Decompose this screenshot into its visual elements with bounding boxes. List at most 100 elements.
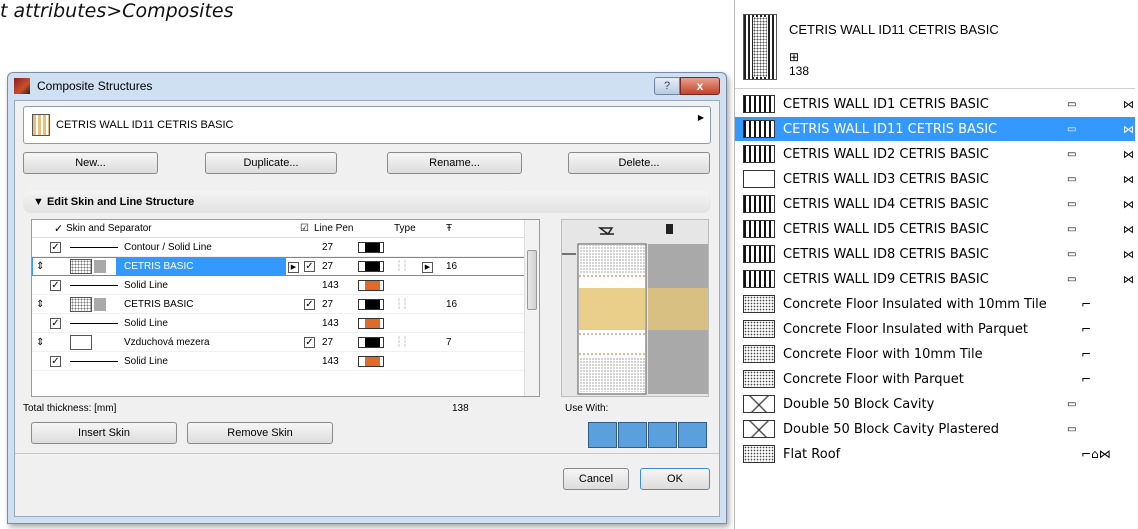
wall-use-icon: ▭ (1067, 248, 1077, 260)
composite-list-item[interactable]: CETRIS WALL ID3 CETRIS BASIC ▭ ⋈ (735, 167, 1135, 191)
composite-list-item[interactable]: CETRIS WALL ID11 CETRIS BASIC ▭ ⋈ (735, 117, 1135, 141)
help-button[interactable]: ? (654, 77, 680, 95)
composite-list-item[interactable]: CETRIS WALL ID2 CETRIS BASIC ▭ ⋈ (735, 142, 1135, 166)
row-pen[interactable]: 143 (322, 314, 339, 333)
composite-list-item[interactable]: Concrete Floor Insulated with Parquet ⌐ (735, 317, 1135, 341)
composite-list-item[interactable]: CETRIS WALL ID9 CETRIS BASIC ▭ ⋈ (735, 267, 1135, 291)
drag-handle-icon[interactable]: ⇕ (36, 333, 44, 352)
row-checkbox[interactable]: ✓ (50, 318, 61, 329)
scrollbar-thumb[interactable] (527, 250, 537, 310)
composite-list-item[interactable]: CETRIS WALL ID4 CETRIS BASIC ▭ ⋈ (735, 192, 1135, 216)
composite-list-item[interactable]: Concrete Floor with Parquet ⌐ (735, 367, 1135, 391)
composite-list-item[interactable]: CETRIS WALL ID8 CETRIS BASIC ▭ ⋈ (735, 242, 1135, 266)
row-name: Solid Line (124, 280, 168, 291)
table-row[interactable]: ✓ Solid Line 143 (32, 352, 539, 371)
row-checkbox[interactable]: ✓ (304, 337, 315, 348)
drag-handle-icon[interactable]: ⇕ (36, 257, 44, 276)
delete-button[interactable]: Delete... (568, 152, 710, 174)
row-pen[interactable]: 143 (322, 276, 339, 295)
row-pen[interactable]: 143 (322, 352, 339, 371)
row-thickness[interactable]: 16 (446, 295, 457, 314)
composite-list-item[interactable]: Double 50 Block Cavity Plastered ▭ (735, 417, 1135, 441)
composite-list-item[interactable]: CETRIS WALL ID5 CETRIS BASIC ▭ ⋈ (735, 217, 1135, 241)
composite-pattern-icon (743, 345, 775, 363)
thickness-column-icon: Ŧ (446, 223, 453, 234)
line-pen-swatch[interactable] (358, 280, 384, 291)
edit-skin-section-header[interactable]: ▼ Edit Skin and Line Structure (23, 191, 711, 213)
rename-button[interactable]: Rename... (387, 152, 522, 174)
table-scrollbar[interactable] (524, 220, 539, 396)
composite-list-item[interactable]: Double 50 Block Cavity ▭ (735, 392, 1135, 416)
row-checkbox[interactable]: ✓ (50, 242, 61, 253)
composite-selector[interactable]: CETRIS WALL ID11 CETRIS BASIC ▶ (23, 106, 711, 144)
line-pen-swatch[interactable] (358, 318, 384, 329)
composite-list-item[interactable]: Concrete Floor Insulated with 10mm Tile ⌐ (735, 292, 1135, 316)
line-pen-swatch[interactable] (358, 261, 384, 272)
composite-list-item[interactable]: Concrete Floor with 10mm Tile ⌐ (735, 342, 1135, 366)
row-checkbox[interactable]: ✓ (304, 299, 315, 310)
dropdown-arrow-icon: ▶ (697, 113, 704, 122)
table-header: ✓ Skin and Separator ☑ Line Pen Type Ŧ (32, 220, 539, 238)
row-thickness[interactable]: 16 (446, 257, 457, 276)
row-pen[interactable]: 27 (322, 295, 333, 314)
shell-use-icon[interactable] (678, 422, 707, 448)
row-pen[interactable]: 27 (322, 238, 333, 257)
composite-pattern-icon (743, 120, 775, 138)
table-row[interactable]: ⇕ Vzduchová mezera ✓ ┆┆ 7 27 (32, 333, 539, 352)
duplicate-button[interactable]: Duplicate... (205, 152, 337, 174)
slab-use-icon[interactable] (618, 422, 647, 448)
table-row[interactable]: ✓ Solid Line 143 (32, 276, 539, 295)
wall-use-icon: ▭ (1067, 398, 1077, 410)
fill-picker-arrow-icon[interactable]: ▶ (288, 262, 299, 273)
composite-name: Concrete Floor with Parquet (783, 371, 964, 387)
row-pen[interactable]: 27 (322, 333, 333, 352)
row-thickness[interactable]: 7 (446, 333, 452, 352)
composite-list-item[interactable]: Flat Roof ⌐⌂⋈ (735, 442, 1135, 466)
wall-edge-icon (597, 227, 614, 236)
composite-list-panel: CETRIS WALL ID11 CETRIS BASIC ⊞ 138 CETR… (734, 0, 1138, 529)
skin-preview-2 (579, 288, 645, 330)
ok-button[interactable]: OK (640, 468, 710, 490)
row-checkbox[interactable]: ✓ (50, 356, 61, 367)
title-bar[interactable]: Composite Structures (8, 73, 726, 99)
close-button[interactable]: x (680, 77, 720, 95)
new-button[interactable]: New... (23, 152, 158, 174)
type-picker-arrow-icon[interactable]: ▶ (422, 262, 433, 273)
check-header-icon: ✓ (54, 223, 64, 235)
roof-use-icon[interactable] (648, 422, 677, 448)
row-checkbox[interactable]: ✓ (304, 261, 315, 272)
row-name: Solid Line (124, 318, 168, 329)
composite-name: CETRIS WALL ID8 CETRIS BASIC (783, 246, 989, 262)
line-pen-swatch[interactable] (358, 337, 384, 348)
slab-use-icon: ⌐ (1081, 322, 1092, 336)
drag-handle-icon[interactable]: ⇕ (36, 295, 44, 314)
line-sample (70, 285, 118, 286)
row-checkbox[interactable]: ✓ (50, 280, 61, 291)
archicad-app-icon (14, 78, 30, 94)
composite-pattern-icon (743, 320, 775, 338)
use-with-label: Use With: (565, 403, 609, 414)
skin-type-icon: ┆┆ (396, 261, 409, 272)
composite-pattern-icon (743, 420, 775, 438)
line-pen-swatch[interactable] (358, 299, 384, 310)
row-name: Solid Line (124, 356, 168, 367)
composite-list-item[interactable]: CETRIS WALL ID1 CETRIS BASIC ▭ ⋈ (735, 92, 1135, 116)
table-row[interactable]: ✓ Solid Line 143 (32, 314, 539, 333)
wall-use-icon[interactable] (588, 422, 617, 448)
remove-skin-button[interactable]: Remove Skin (187, 422, 333, 444)
composite-pattern-icon (743, 195, 775, 213)
skin-type-icon: ┆┆ (396, 337, 409, 348)
row-pen[interactable]: 27 (322, 257, 333, 276)
table-row[interactable]: ⇕ CETRIS BASIC ✓ ┆┆ 16 27 (32, 295, 539, 314)
page-caption: t attributes>Composites (0, 0, 234, 22)
table-row[interactable]: ⇕ CETRIS BASIC ▶ ✓ ┆┆ ▶ 16 27 (32, 257, 539, 276)
insert-skin-button[interactable]: Insert Skin (31, 422, 177, 444)
composite-name: Concrete Floor Insulated with Parquet (783, 321, 1028, 337)
composite-pattern-icon (743, 95, 775, 113)
composite-pattern-icon (743, 145, 775, 163)
cancel-button[interactable]: Cancel (563, 468, 629, 490)
line-pen-swatch[interactable] (358, 242, 384, 253)
line-pen-swatch[interactable] (358, 356, 384, 367)
table-row[interactable]: ✓ Contour / Solid Line 27 (32, 238, 539, 257)
skin-preview-3 (579, 358, 645, 392)
